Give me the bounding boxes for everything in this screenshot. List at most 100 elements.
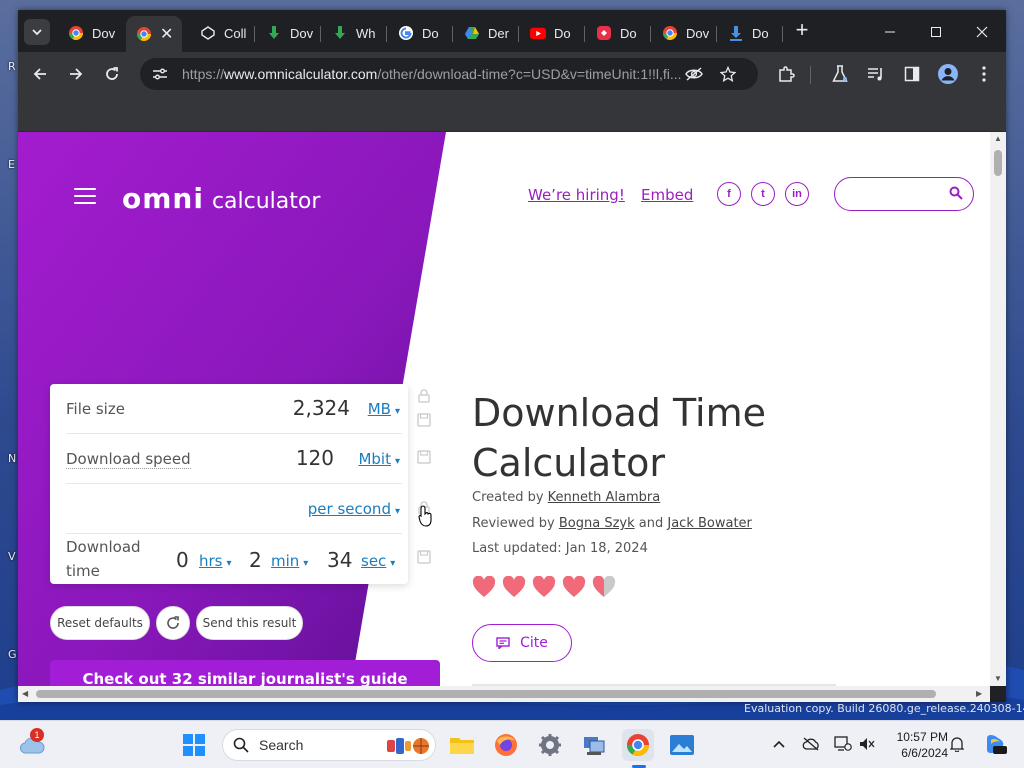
menu-button[interactable] (972, 62, 996, 86)
minutes-input[interactable]: 2 (249, 548, 262, 572)
tab-10[interactable]: Do (718, 18, 780, 48)
title-line-2: Calculator (472, 441, 665, 485)
tab-7[interactable]: Do (520, 18, 582, 48)
display-network-icon[interactable] (834, 735, 852, 753)
photos-icon[interactable] (666, 729, 698, 761)
scroll-down-icon[interactable]: ▼ (994, 674, 1002, 683)
cite-button[interactable]: Cite (472, 624, 572, 662)
close-tab-icon[interactable]: ✕ (160, 24, 173, 44)
start-button[interactable] (178, 729, 210, 761)
taskbar-search[interactable]: Search (222, 729, 436, 761)
system-clock[interactable]: 10:57 PM 6/6/2024 (884, 729, 948, 761)
desktop-icon-label[interactable]: G (8, 648, 17, 661)
cloud-offline-icon[interactable] (802, 735, 820, 753)
desktop-icon-label[interactable]: R (8, 60, 16, 73)
vertical-scroll-thumb[interactable] (994, 150, 1002, 176)
lock-icon[interactable] (414, 386, 434, 406)
profile-button[interactable] (936, 62, 960, 86)
volume-muted-icon[interactable] (858, 735, 876, 753)
maximize-button[interactable] (916, 18, 956, 46)
site-search-input[interactable] (834, 177, 974, 211)
scroll-right-icon[interactable]: ▶ (976, 689, 982, 698)
save-icon[interactable] (414, 547, 434, 567)
desktop-icon-label[interactable]: E (8, 158, 15, 171)
back-button[interactable] (28, 62, 52, 86)
file-size-unit-select[interactable]: MB (368, 400, 400, 418)
forward-button[interactable] (64, 62, 88, 86)
speed-per-unit-select[interactable]: per second (308, 500, 400, 518)
weather-widget[interactable]: 1 (16, 728, 48, 761)
eye-off-icon[interactable] (684, 64, 704, 84)
send-result-button[interactable]: Send this result (196, 606, 303, 640)
site-settings-icon[interactable] (150, 64, 170, 84)
tab-9[interactable]: Dov (652, 18, 714, 48)
linkedin-icon[interactable]: in (785, 182, 809, 206)
seconds-input[interactable]: 34 (327, 548, 352, 572)
download-speed-unit-select[interactable]: Mbit (358, 450, 400, 468)
heart-icon[interactable] (472, 576, 496, 598)
author-link[interactable]: Kenneth Alambra (548, 490, 661, 505)
heart-icon[interactable] (562, 576, 586, 598)
reset-defaults-button[interactable]: Reset defaults (50, 606, 150, 640)
hours-input[interactable]: 0 (176, 548, 189, 572)
desktop-icon-label[interactable]: N (8, 452, 16, 465)
new-tab-button[interactable]: + (790, 19, 814, 43)
rating-hearts[interactable] (472, 576, 616, 598)
minimize-button[interactable] (870, 18, 910, 46)
labs-button[interactable] (828, 62, 852, 86)
embed-link[interactable]: Embed (641, 186, 693, 204)
reviewer-link-1[interactable]: Bogna Szyk (559, 516, 635, 531)
vertical-scrollbar[interactable]: ▲ ▼ (990, 132, 1006, 686)
facebook-icon[interactable]: f (717, 182, 741, 206)
tab-active[interactable]: ✕ (126, 16, 182, 52)
save-icon[interactable] (414, 447, 434, 467)
desktop-icon-label[interactable]: V (8, 550, 16, 563)
hiring-link[interactable]: We’re hiring! (528, 186, 625, 204)
tab-5[interactable]: Do (388, 18, 450, 48)
hours-unit-select[interactable]: hrs (199, 552, 232, 570)
twitter-icon[interactable]: t (751, 182, 775, 206)
side-panel-button[interactable] (900, 62, 924, 86)
firefox-icon[interactable] (490, 729, 522, 761)
seconds-unit-select[interactable]: sec (361, 552, 395, 570)
copilot-icon[interactable] (982, 731, 1008, 757)
settings-icon[interactable] (534, 729, 566, 761)
reload-calc-button[interactable] (156, 606, 190, 640)
search-icon[interactable] (949, 186, 963, 200)
chrome-taskbar-icon[interactable] (622, 729, 654, 761)
file-explorer-icon[interactable] (446, 729, 478, 761)
extensions-button[interactable] (774, 62, 798, 86)
network-app-icon[interactable] (578, 729, 610, 761)
similar-calculators-banner[interactable]: Check out 32 similar journalist's guide (50, 660, 440, 686)
menu-icon[interactable] (74, 188, 96, 204)
close-window-button[interactable] (962, 18, 1002, 46)
horizontal-scrollbar[interactable]: ◀ ▶ (18, 686, 990, 702)
scroll-up-icon[interactable]: ▲ (994, 134, 1002, 143)
reload-button[interactable] (100, 62, 124, 86)
notification-bell-icon[interactable] (948, 735, 966, 753)
file-size-input[interactable]: 2,324 (293, 396, 350, 420)
tab-2[interactable]: Coll (190, 18, 252, 48)
save-icon[interactable] (414, 410, 434, 430)
horizontal-scroll-thumb[interactable] (36, 690, 936, 698)
tab-8[interactable]: Do (586, 18, 648, 48)
url-text[interactable]: https://www.omnicalculator.com/other/dow… (182, 66, 692, 82)
tab-4[interactable]: Wh (322, 18, 384, 48)
chevron-up-icon[interactable] (770, 735, 788, 753)
tab-search-button[interactable] (24, 19, 50, 45)
omni-logo[interactable]: omni calculator (122, 182, 320, 215)
calculator-card: File size 2,324 MB Download speed 120 Mb… (50, 384, 408, 584)
tab-0[interactable]: Dov (58, 18, 120, 48)
reviewer-link-2[interactable]: Jack Bowater (667, 516, 752, 531)
heart-icon[interactable] (532, 576, 556, 598)
half-heart-icon[interactable] (592, 576, 616, 598)
address-bar[interactable]: https://www.omnicalculator.com/other/dow… (140, 58, 758, 90)
scroll-left-icon[interactable]: ◀ (22, 689, 28, 698)
media-controls-button[interactable] (864, 62, 888, 86)
minutes-unit-select[interactable]: min (271, 552, 308, 570)
bookmark-star-icon[interactable] (718, 64, 738, 84)
tab-3[interactable]: Dov (256, 18, 318, 48)
download-speed-input[interactable]: 120 (296, 446, 334, 470)
tab-6[interactable]: Der (454, 18, 516, 48)
heart-icon[interactable] (502, 576, 526, 598)
